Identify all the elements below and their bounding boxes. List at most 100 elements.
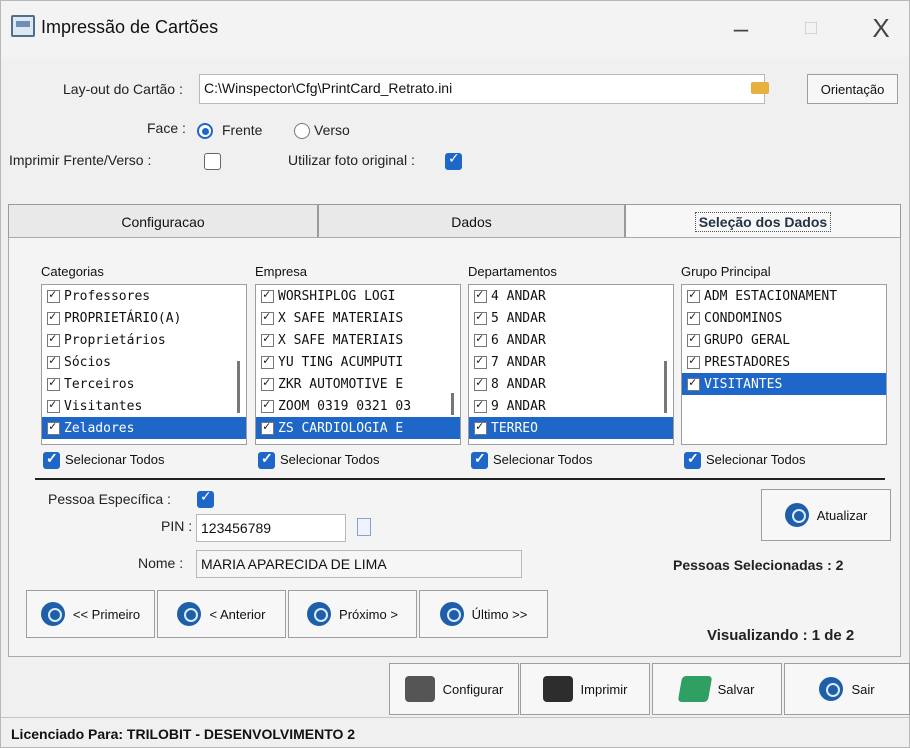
- checkbox-icon[interactable]: [474, 419, 487, 435]
- select-all-checkbox[interactable]: [684, 450, 701, 470]
- checkbox-icon[interactable]: [47, 331, 60, 347]
- tab-configuracao[interactable]: Configuracao: [8, 204, 318, 238]
- list-item[interactable]: 8 ANDAR: [469, 373, 673, 395]
- tab-selecao-dados[interactable]: Seleção dos Dados: [625, 204, 901, 238]
- name-label: Nome :: [138, 555, 184, 571]
- next-button[interactable]: Próximo >: [288, 590, 417, 638]
- checkbox-icon[interactable]: [47, 375, 60, 391]
- list-item-selected[interactable]: Zeladores: [42, 417, 246, 439]
- checkbox-icon[interactable]: [47, 287, 60, 303]
- list-item-selected[interactable]: ZS CARDIOLOGIA E: [256, 417, 460, 439]
- specific-person-checkbox[interactable]: [197, 489, 214, 508]
- checkbox-icon[interactable]: [474, 287, 487, 303]
- list-item[interactable]: PRESTADORES: [682, 351, 886, 373]
- list-item-selected[interactable]: TERREO: [469, 417, 673, 439]
- list-item[interactable]: Sócios: [42, 351, 246, 373]
- checkbox-icon[interactable]: [47, 397, 60, 413]
- pin-input[interactable]: 123456789: [196, 514, 346, 542]
- checkbox-icon[interactable]: [261, 287, 274, 303]
- select-all-categories[interactable]: Selecionar Todos: [43, 450, 165, 470]
- save-button[interactable]: Salvar: [652, 663, 782, 715]
- list-item[interactable]: WORSHIPLOG LOGI: [256, 285, 460, 307]
- list-item[interactable]: 9 ANDAR: [469, 395, 673, 417]
- list-item[interactable]: Visitantes: [42, 395, 246, 417]
- checkbox-icon[interactable]: [474, 331, 487, 347]
- specific-person-label: Pessoa Específica :: [48, 491, 171, 507]
- layout-path-field[interactable]: C:\Winspector\Cfg\PrintCard_Retrato.ini: [199, 74, 765, 104]
- tab-dados[interactable]: Dados: [318, 204, 625, 238]
- checkbox-icon[interactable]: [687, 287, 700, 303]
- list-item-label: ADM ESTACIONAMENT: [704, 288, 838, 304]
- list-item[interactable]: ZKR AUTOMOTIVE E: [256, 373, 460, 395]
- face-front-radio[interactable]: [197, 123, 213, 139]
- scrollbar-thumb[interactable]: [451, 393, 454, 415]
- list-item[interactable]: 7 ANDAR: [469, 351, 673, 373]
- company-list[interactable]: WORSHIPLOG LOGI X SAFE MATERIAIS X SAFE …: [255, 284, 461, 445]
- categories-list[interactable]: Professores PROPRIETÁRIO(A) Proprietário…: [41, 284, 247, 445]
- checkbox-icon[interactable]: [474, 353, 487, 369]
- checkbox-icon[interactable]: [47, 309, 60, 325]
- print-both-sides-checkbox[interactable]: [204, 153, 221, 170]
- select-all-companies[interactable]: Selecionar Todos: [258, 450, 380, 470]
- list-item-label: ZKR AUTOMOTIVE E: [278, 376, 404, 392]
- list-item[interactable]: Proprietários: [42, 329, 246, 351]
- minimize-button[interactable]: –: [719, 11, 763, 47]
- select-all-checkbox[interactable]: [471, 450, 488, 470]
- checkbox-icon[interactable]: [687, 309, 700, 325]
- departments-list[interactable]: 4 ANDAR 5 ANDAR 6 ANDAR 7 ANDAR 8 ANDAR …: [468, 284, 674, 445]
- face-back-radio[interactable]: [294, 123, 310, 139]
- list-item[interactable]: ADM ESTACIONAMENT: [682, 285, 886, 307]
- list-item[interactable]: PROPRIETÁRIO(A): [42, 307, 246, 329]
- document-icon[interactable]: [357, 518, 371, 536]
- previous-button-label: < Anterior: [209, 606, 266, 622]
- checkbox-icon[interactable]: [261, 375, 274, 391]
- list-item[interactable]: ZOOM 0319 0321 03: [256, 395, 460, 417]
- orientation-button[interactable]: Orientação: [807, 74, 898, 104]
- previous-button[interactable]: < Anterior: [157, 590, 286, 638]
- select-all-departments[interactable]: Selecionar Todos: [471, 450, 593, 470]
- close-button[interactable]: X: [859, 11, 903, 47]
- update-button[interactable]: Atualizar: [761, 489, 891, 541]
- select-all-groups[interactable]: Selecionar Todos: [684, 450, 806, 470]
- list-item[interactable]: Terceiros: [42, 373, 246, 395]
- maximize-button[interactable]: □: [789, 11, 833, 47]
- card-print-window: Impressão de Cartões – □ X Lay-out do Ca…: [0, 0, 910, 748]
- list-item[interactable]: 5 ANDAR: [469, 307, 673, 329]
- list-item[interactable]: Professores: [42, 285, 246, 307]
- checkbox-icon[interactable]: [261, 353, 274, 369]
- checkbox-icon[interactable]: [261, 309, 274, 325]
- print-button[interactable]: Imprimir: [520, 663, 650, 715]
- checkbox-icon[interactable]: [474, 397, 487, 413]
- list-item[interactable]: X SAFE MATERIAIS: [256, 329, 460, 351]
- list-item[interactable]: GRUPO GERAL: [682, 329, 886, 351]
- list-item[interactable]: YU TING ACUMPUTI: [256, 351, 460, 373]
- checkbox-icon[interactable]: [261, 419, 274, 435]
- checkbox-icon[interactable]: [474, 375, 487, 391]
- list-item[interactable]: X SAFE MATERIAIS: [256, 307, 460, 329]
- select-all-checkbox[interactable]: [43, 450, 60, 470]
- exit-button-label: Sair: [851, 681, 875, 697]
- exit-button[interactable]: Sair: [784, 663, 910, 715]
- checkbox-icon[interactable]: [687, 375, 700, 391]
- list-item[interactable]: CONDOMINOS: [682, 307, 886, 329]
- checkbox-icon[interactable]: [474, 309, 487, 325]
- use-original-photo-checkbox[interactable]: [445, 151, 462, 170]
- scrollbar-thumb[interactable]: [664, 361, 667, 413]
- first-button[interactable]: << Primeiro: [26, 590, 155, 638]
- main-group-list[interactable]: ADM ESTACIONAMENT CONDOMINOS GRUPO GERAL…: [681, 284, 887, 445]
- checkbox-icon[interactable]: [687, 353, 700, 369]
- scrollbar-thumb[interactable]: [237, 361, 240, 413]
- checkbox-icon[interactable]: [47, 419, 60, 435]
- checkbox-icon[interactable]: [687, 331, 700, 347]
- checkbox-icon[interactable]: [261, 397, 274, 413]
- configure-button[interactable]: Configurar: [389, 663, 519, 715]
- last-button[interactable]: Último >>: [419, 590, 548, 638]
- list-item[interactable]: 6 ANDAR: [469, 329, 673, 351]
- folder-icon[interactable]: [751, 82, 769, 94]
- checkbox-icon[interactable]: [47, 353, 60, 369]
- list-item[interactable]: 4 ANDAR: [469, 285, 673, 307]
- checkbox-icon[interactable]: [261, 331, 274, 347]
- list-item-label: 6 ANDAR: [491, 332, 546, 348]
- select-all-checkbox[interactable]: [258, 450, 275, 470]
- list-item-selected[interactable]: VISITANTES: [682, 373, 886, 395]
